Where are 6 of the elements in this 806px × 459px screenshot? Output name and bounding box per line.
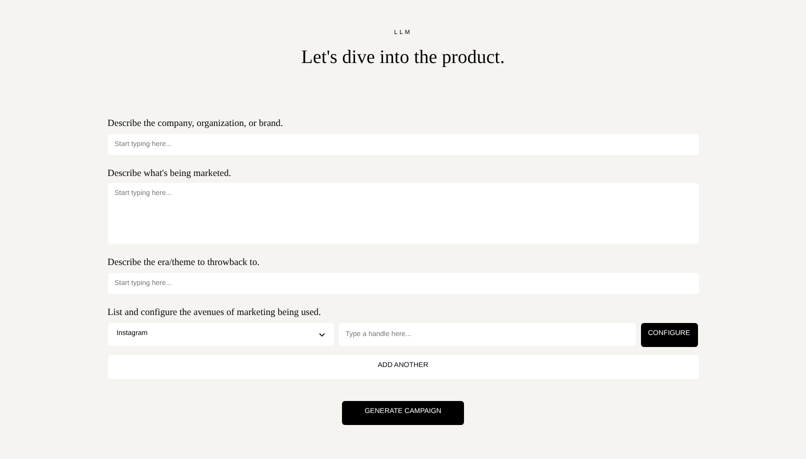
field-label: Describe what's being marketed. (108, 168, 232, 180)
field-label: Describe the company, organization, or brand. (108, 118, 284, 130)
field-label: List and configure the avenues of marketing being used. (108, 306, 322, 318)
page-heading: Let's dive into the product. (301, 46, 505, 70)
field-label: Describe the era/theme to throwback to. (108, 256, 260, 268)
chevron-down-icon (318, 332, 324, 336)
